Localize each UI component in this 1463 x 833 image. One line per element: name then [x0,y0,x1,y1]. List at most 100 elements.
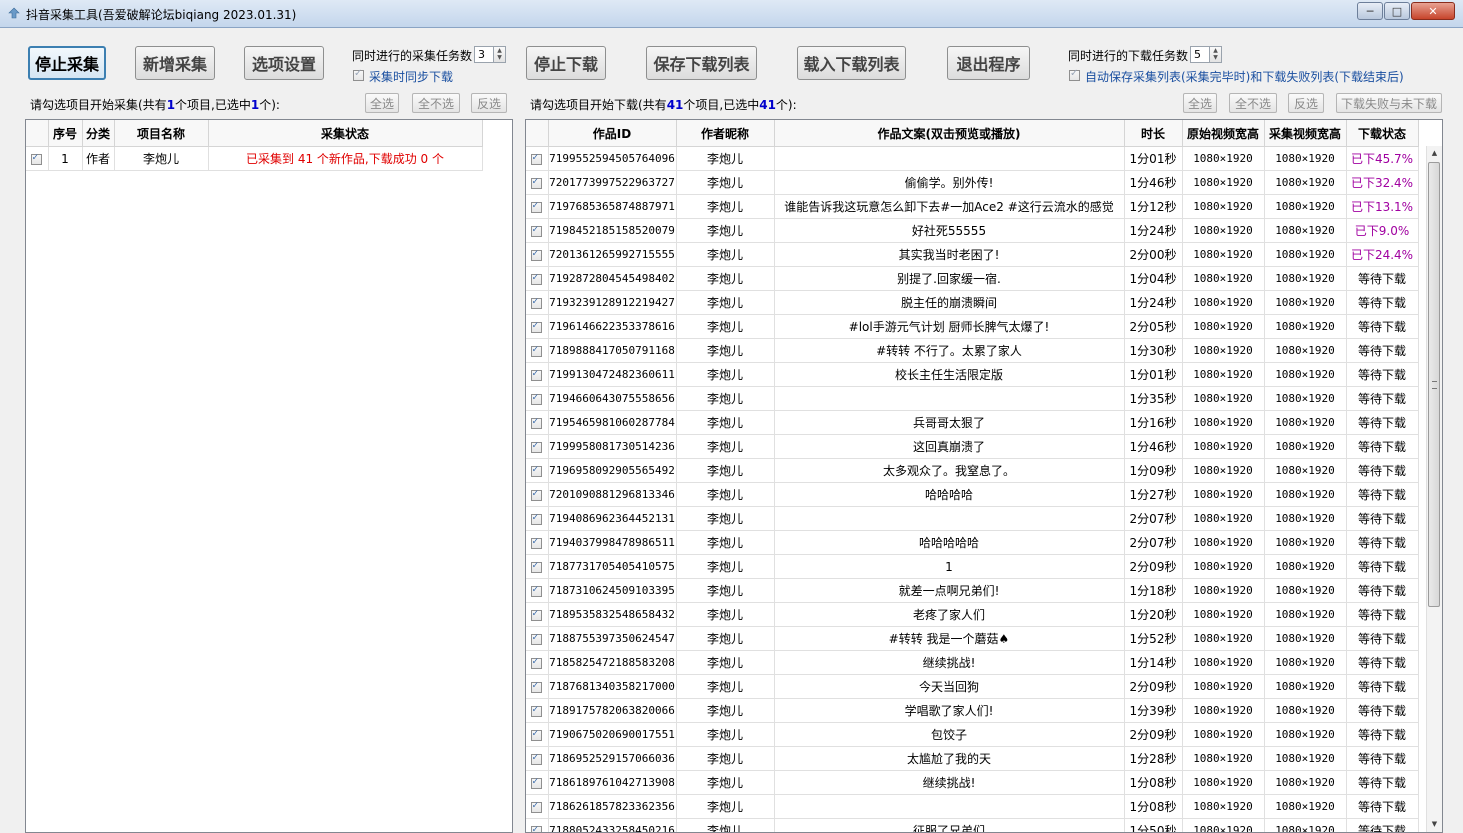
row-checkbox-cell[interactable] [526,674,549,699]
row-checkbox[interactable] [531,320,543,333]
row-checkbox[interactable] [531,560,543,573]
collect-row[interactable]: 1 作者 李炮儿 已采集到 41 个新作品,下载成功 0 个 [26,146,483,171]
col-download-state[interactable]: 下载状态 [1346,120,1419,147]
row-checkbox-cell[interactable] [526,410,549,435]
collect-select-all-button[interactable]: 全选 [365,93,399,113]
row-checkbox-cell[interactable] [526,554,549,579]
scroll-thumb[interactable] [1428,162,1440,607]
row-checkbox[interactable] [531,344,543,357]
download-row[interactable]: 7189888417050791168李炮儿#转转 不行了。太累了家人1分30秒… [526,338,1419,363]
row-checkbox-cell[interactable] [526,746,549,771]
row-checkbox-cell[interactable] [526,602,549,627]
download-scrollbar[interactable]: ▲ ▼ [1426,146,1442,832]
row-checkbox-cell[interactable] [526,722,549,747]
exit-button[interactable]: 退出程序 [947,46,1030,80]
save-list-button[interactable]: 保存下载列表 [646,46,757,80]
row-checkbox[interactable] [531,296,543,309]
row-checkbox-cell[interactable] [526,698,549,723]
row-checkbox[interactable] [531,200,543,213]
row-checkbox-cell[interactable] [526,218,549,243]
download-select-none-button[interactable]: 全不选 [1229,93,1277,113]
row-checkbox[interactable] [531,536,543,549]
download-row[interactable]: 7199130472482360611李炮儿校长主任生活限定版1分01秒1080… [526,362,1419,387]
collect-invert-button[interactable]: 反选 [471,93,507,113]
row-checkbox[interactable] [531,512,543,525]
download-row[interactable]: 7193239128912219427李炮儿脱主任的崩溃瞬间1分24秒1080×… [526,290,1419,315]
row-checkbox-cell[interactable] [526,458,549,483]
row-checkbox[interactable] [531,176,543,189]
col-project-name[interactable]: 项目名称 [114,120,209,147]
row-checkbox-cell[interactable] [526,146,549,171]
row-checkbox[interactable] [531,752,543,765]
download-row[interactable]: 7187310624509103395李炮儿就差一点啊兄弟们!1分18秒1080… [526,578,1419,603]
collect-select-none-button[interactable]: 全不选 [412,93,460,113]
sync-download-checkbox[interactable] [353,68,364,81]
failed-download-button[interactable]: 下载失败与未下载 [1336,93,1442,113]
row-checkbox-cell[interactable] [26,146,49,171]
row-checkbox[interactable] [531,272,543,285]
row-checkbox-cell[interactable] [526,794,549,819]
minimize-button[interactable]: ─ [1357,2,1383,20]
scroll-down-icon[interactable]: ▼ [1427,817,1442,832]
row-checkbox[interactable] [531,680,543,693]
row-checkbox[interactable] [531,416,543,429]
col-collect-status[interactable]: 采集状态 [208,120,483,147]
download-row[interactable]: 7194660643075558656李炮儿1分35秒1080×19201080… [526,386,1419,411]
row-checkbox[interactable] [531,632,543,645]
row-checkbox-cell[interactable] [526,650,549,675]
row-checkbox[interactable] [531,488,543,501]
download-row[interactable]: 7190675020690017551李炮儿包饺子2分09秒1080×19201… [526,722,1419,747]
collect-tasks-spinner[interactable]: ▲ ▼ [493,46,506,63]
row-checkbox-cell[interactable] [526,770,549,795]
download-row[interactable]: 7199958081730514236李炮儿这回真崩溃了1分46秒1080×19… [526,434,1419,459]
close-button[interactable]: ✕ [1411,2,1455,20]
col-orig-size[interactable]: 原始视频宽高 [1182,120,1265,147]
download-row[interactable]: 7186261857823362356李炮儿1分08秒1080×19201080… [526,794,1419,819]
download-row[interactable]: 7187731705405410575李炮儿12分09秒1080×1920108… [526,554,1419,579]
col-author[interactable]: 作者昵称 [676,120,775,147]
col-work-id[interactable]: 作品ID [548,120,677,147]
download-row[interactable]: 7189175782063820066李炮儿学唱歌了家人们!1分39秒1080×… [526,698,1419,723]
row-checkbox[interactable] [531,152,543,165]
row-checkbox[interactable] [531,608,543,621]
download-row[interactable]: 7198452185158520079李炮儿好社死555551分24秒1080×… [526,218,1419,243]
row-checkbox[interactable] [531,392,543,405]
row-checkbox[interactable] [31,152,43,165]
col-no[interactable]: 序号 [48,120,83,147]
download-row[interactable]: 7188052433258450216李炮儿征服了兄弟们1分50秒1080×19… [526,818,1419,832]
row-checkbox[interactable] [531,440,543,453]
download-row[interactable]: 7201361265992715555李炮儿其实我当时老困了!2分00秒1080… [526,242,1419,267]
add-collect-button[interactable]: 新增采集 [135,46,215,80]
row-checkbox[interactable] [531,584,543,597]
download-row[interactable]: 7195465981060287784李炮儿兵哥哥太狠了1分16秒1080×19… [526,410,1419,435]
col-collect-size[interactable]: 采集视频宽高 [1264,120,1347,147]
download-row[interactable]: 7188755397350624547李炮儿#转转 我是一个蘑菇♠1分52秒10… [526,626,1419,651]
row-checkbox-cell[interactable] [526,530,549,555]
row-checkbox-cell[interactable] [526,386,549,411]
download-row[interactable]: 7199552594505764096李炮儿1分01秒1080×19201080… [526,146,1419,171]
stop-download-button[interactable]: 停止下载 [526,46,606,80]
maximize-button[interactable]: □ [1384,2,1410,20]
download-row[interactable]: 7187681340358217000李炮儿今天当回狗2分09秒1080×192… [526,674,1419,699]
row-checkbox-cell[interactable] [526,578,549,603]
row-checkbox-cell[interactable] [526,818,549,832]
col-category[interactable]: 分类 [82,120,115,147]
download-row[interactable]: 7186189761042713908李炮儿继续挑战!1分08秒1080×192… [526,770,1419,795]
row-checkbox-cell[interactable] [526,242,549,267]
download-invert-button[interactable]: 反选 [1288,93,1324,113]
row-checkbox[interactable] [531,368,543,381]
stop-collect-button[interactable]: 停止采集 [28,46,106,80]
download-tasks-spinner[interactable]: ▲ ▼ [1209,46,1222,63]
download-row[interactable]: 7194086962364452131李炮儿2分07秒1080×19201080… [526,506,1419,531]
row-checkbox-cell[interactable] [526,434,549,459]
row-checkbox-cell[interactable] [526,314,549,339]
row-checkbox-cell[interactable] [526,170,549,195]
download-row[interactable]: 7196958092905565492李炮儿太多观众了。我窒息了。1分09秒10… [526,458,1419,483]
download-row[interactable]: 7196146622353378616李炮儿#lol手游元气计划 厨师长脾气太爆… [526,314,1419,339]
download-row[interactable]: 7197685365874887971李炮儿谁能告诉我这玩意怎么卸下去#一加Ac… [526,194,1419,219]
row-checkbox[interactable] [531,224,543,237]
download-select-all-button[interactable]: 全选 [1183,93,1217,113]
row-checkbox[interactable] [531,728,543,741]
row-checkbox[interactable] [531,704,543,717]
row-checkbox-cell[interactable] [526,290,549,315]
